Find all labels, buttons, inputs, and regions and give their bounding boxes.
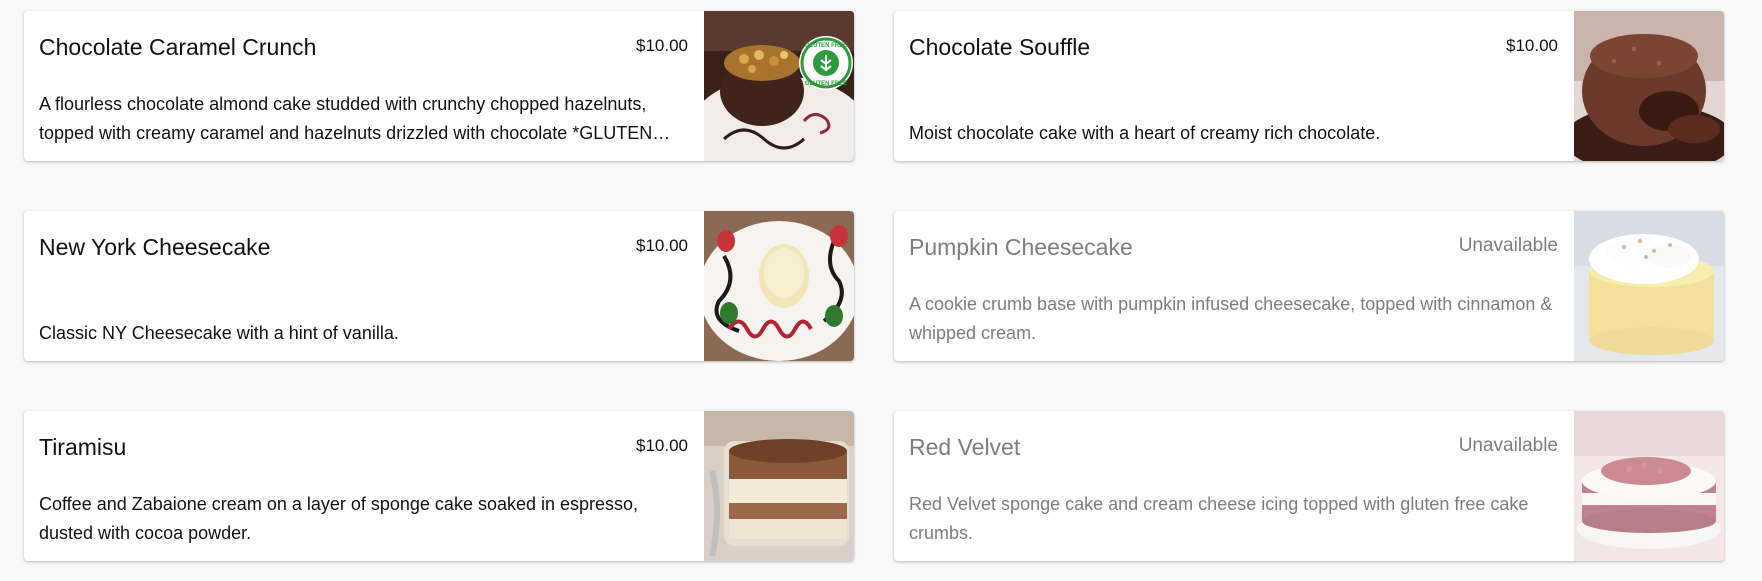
new-york-cheesecake-image (704, 211, 854, 361)
menu-item-price: $10.00 (636, 36, 688, 55)
menu-item-price: $10.00 (636, 236, 688, 255)
svg-text:GLUTEN FREE: GLUTEN FREE (805, 43, 847, 49)
tiramisu-image (704, 411, 854, 561)
menu-item-body: Pumpkin Cheesecake Unavailable A cookie … (894, 211, 1574, 361)
menu-item-name: Chocolate Souffle (909, 34, 1091, 60)
menu-grid: Chocolate Caramel Crunch $10.00 A flourl… (24, 11, 1724, 561)
menu-item-card[interactable]: Chocolate Souffle $10.00 Moist chocolate… (894, 11, 1724, 161)
menu-item-description: Classic NY Cheesecake with a hint of van… (39, 323, 399, 343)
menu-item-body: New York Cheesecake $10.00 Classic NY Ch… (24, 211, 704, 361)
menu-item-price: $10.00 (636, 436, 688, 455)
menu-item-body: Chocolate Souffle $10.00 Moist chocolate… (894, 11, 1574, 161)
red-velvet-image (1574, 411, 1724, 561)
menu-item-name: Tiramisu (39, 434, 127, 460)
menu-item-card[interactable]: Pumpkin Cheesecake Unavailable A cookie … (894, 211, 1724, 361)
menu-item-price: $10.00 (1506, 36, 1558, 55)
menu-item-description: A flourless chocolate almond cake studde… (39, 94, 653, 143)
svg-text:GLUTEN FREE: GLUTEN FREE (805, 81, 847, 87)
menu-item-body: Chocolate Caramel Crunch $10.00 A flourl… (24, 11, 704, 161)
chocolate-caramel-crunch-image: GLUTEN FREE GLUTEN FREE (704, 11, 854, 161)
menu-item-description: Moist chocolate cake with a heart of cre… (909, 123, 1381, 143)
menu-item-description: A cookie crumb base with pumpkin infused… (909, 294, 1553, 343)
menu-item-availability: Unavailable (1458, 435, 1558, 456)
menu-item-name: Chocolate Caramel Crunch (39, 34, 317, 60)
menu-item-body: Tiramisu $10.00 Coffee and Zabaione crea… (24, 411, 704, 561)
menu-item-body: Red Velvet Unavailable Red Velvet sponge… (894, 411, 1574, 561)
menu-item-availability: Unavailable (1458, 235, 1558, 256)
menu-item-name: Red Velvet (909, 434, 1021, 460)
pumpkin-cheesecake-image (1574, 211, 1724, 361)
menu-item-card[interactable]: New York Cheesecake $10.00 Classic NY Ch… (24, 211, 854, 361)
menu-item-name: New York Cheesecake (39, 234, 271, 260)
menu-item-name: Pumpkin Cheesecake (909, 234, 1133, 260)
menu-item-description: Red Velvet sponge cake and cream cheese … (909, 494, 1529, 543)
menu-item-card[interactable]: Tiramisu $10.00 Coffee and Zabaione crea… (24, 411, 854, 561)
chocolate-souffle-image (1574, 11, 1724, 161)
menu-item-card[interactable]: Chocolate Caramel Crunch $10.00 A flourl… (24, 11, 854, 161)
menu-item-card[interactable]: Red Velvet Unavailable Red Velvet sponge… (894, 411, 1724, 561)
menu-item-description: Coffee and Zabaione cream on a layer of … (39, 494, 639, 543)
